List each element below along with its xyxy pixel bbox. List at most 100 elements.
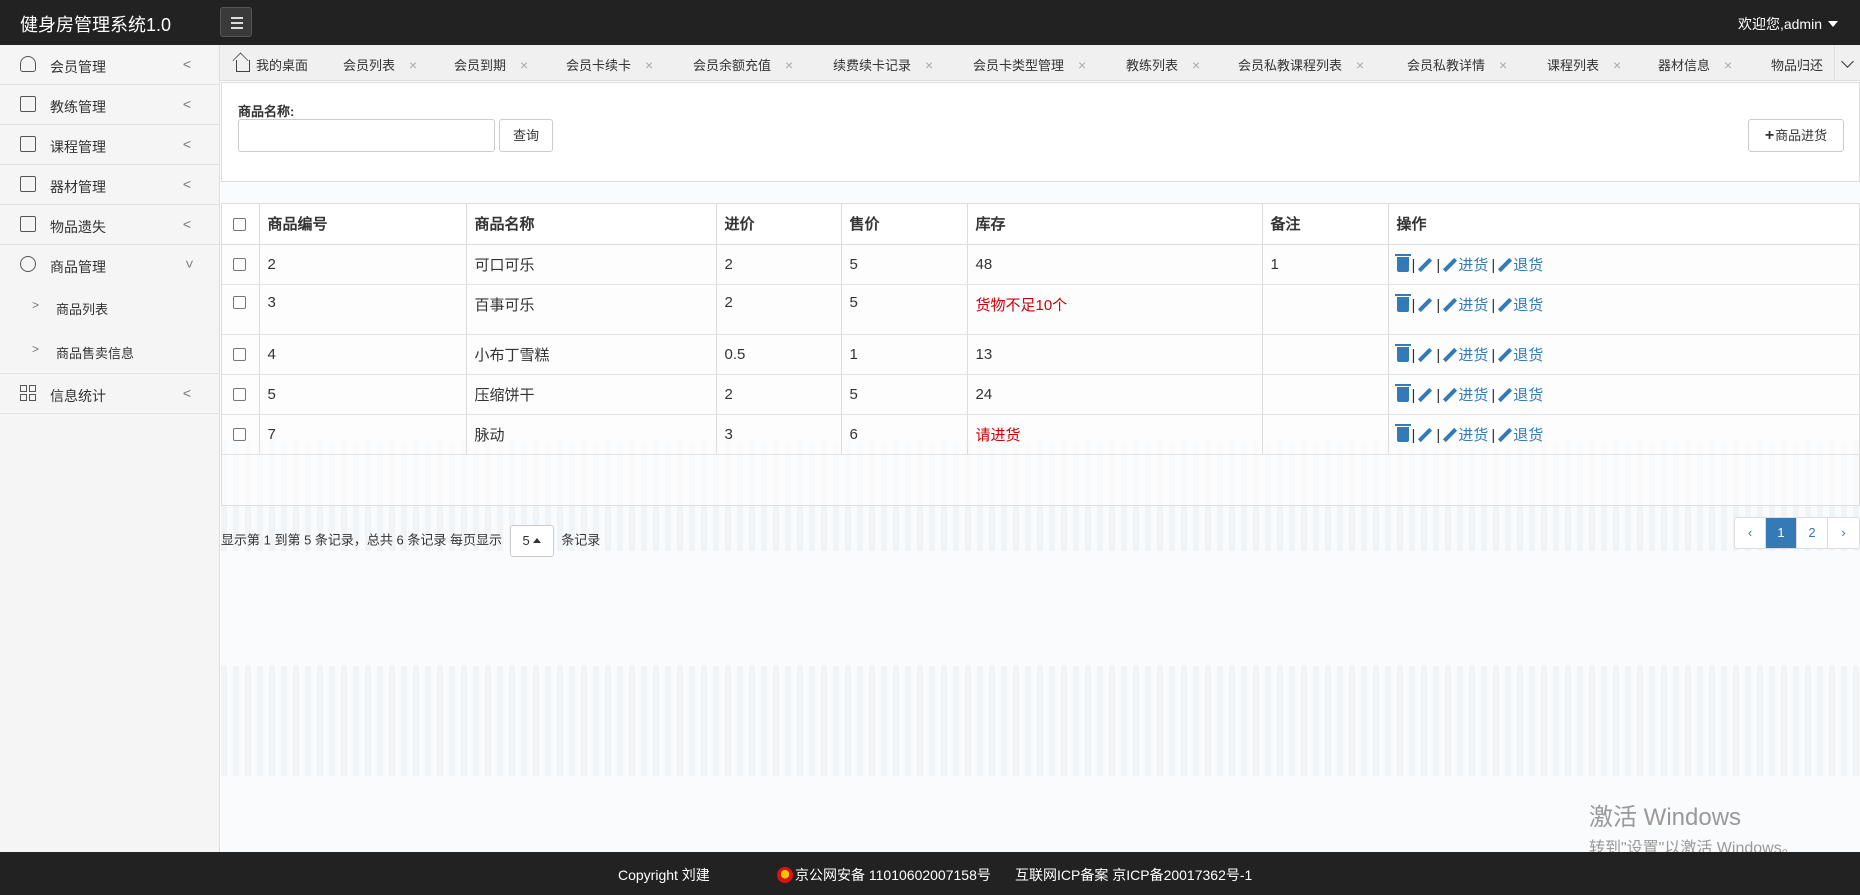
tab-label: 会员到期 [454,58,507,73]
tab-member-expiry[interactable]: 会员到期 × [454,55,528,74]
edit-icon[interactable] [1418,257,1433,272]
sidebar-item-course[interactable]: 课程管理 < [0,125,219,165]
chevron-down-icon: < [180,259,197,269]
prev-page-button[interactable]: ‹ [1735,518,1766,548]
close-icon[interactable]: × [520,57,528,73]
close-icon[interactable]: × [1724,57,1732,73]
pencil-icon [1443,297,1458,312]
edit-icon[interactable] [1418,427,1433,442]
tab-balance-recharge[interactable]: 会员余额充值 × [693,55,793,74]
column-header[interactable]: 进价 [716,204,842,245]
hamburger-icon [231,17,243,19]
tab-private-course-list[interactable]: 会员私教课程列表 × [1238,55,1364,74]
tab-item-return[interactable]: 物品归还 [1771,55,1823,74]
menu-toggle-button[interactable] [220,7,252,37]
row-checkbox[interactable] [233,258,246,272]
close-icon[interactable]: × [1356,57,1364,73]
page-size-select[interactable]: 5 [509,525,554,557]
row-checkbox[interactable] [233,428,246,442]
goods-table: 商品编号 商品名称 进价 售价 库存 备注 操作 2 可口可乐 2 5 48 1 | | 进货 |… [221,203,1860,506]
cell-cost-price: 3 [716,414,842,455]
sidebar-subitem-goods-sales[interactable]: > 商品售卖信息 [0,329,219,373]
cell-stock: 请进货 [967,414,1263,455]
cell-actions: | | 进货 | 退货 [1388,414,1859,455]
return-link[interactable]: 退货 [1513,297,1543,314]
sidebar-subitem-goods-list[interactable]: > 商品列表 [0,285,219,329]
tab-bar: 我的桌面 会员列表 × 会员到期 × 会员卡续卡 × 会员余额充值 × 续费续卡记录 × … [220,45,1860,81]
add-stock-button[interactable]: +商品进货 [1748,119,1844,152]
close-icon[interactable]: × [1078,57,1086,73]
column-header[interactable]: 商品编号 [259,204,467,245]
footer-police-record[interactable]: 京公网安备 11010602007158号 [777,865,991,885]
user-menu[interactable]: 欢迎您,admin [1738,14,1838,34]
tab-desktop[interactable]: 我的桌面 [236,55,308,74]
sidebar-item-equipment[interactable]: 器材管理 < [0,165,219,205]
edit-icon[interactable] [1418,347,1433,362]
caret-down-icon [1828,21,1838,27]
search-button[interactable]: 查询 [499,119,553,152]
delete-icon[interactable] [1394,383,1411,402]
page-button-2[interactable]: 2 [1797,518,1828,548]
footer-icp-record[interactable]: 互联网ICP备案 京ICP备20017362号-1 [1015,865,1252,885]
return-link[interactable]: 退货 [1513,387,1543,404]
select-all-checkbox[interactable] [233,217,246,231]
tab-coach-list[interactable]: 教练列表 × [1126,55,1200,74]
column-header: 操作 [1388,204,1859,245]
tab-member-list[interactable]: 会员列表 × [343,55,417,74]
close-icon[interactable]: × [785,57,793,73]
sidebar-item-statistics[interactable]: 信息统计 < [0,374,219,414]
tab-card-types[interactable]: 会员卡类型管理 × [973,55,1086,74]
page-button-1[interactable]: 1 [1766,518,1797,548]
column-header[interactable]: 商品名称 [466,204,717,245]
row-checkbox[interactable] [233,296,246,310]
sidebar-item-label: 会员管理 [50,59,106,75]
tab-renew-records[interactable]: 续费续卡记录 × [833,55,933,74]
tab-course-list[interactable]: 课程列表 × [1547,55,1621,74]
tabs-more-button[interactable] [1834,45,1860,80]
close-icon[interactable]: × [1192,57,1200,73]
cell-cost-price: 0.5 [716,334,842,375]
close-icon[interactable]: × [1613,57,1621,73]
stock-in-link[interactable]: 进货 [1458,297,1488,314]
tab-equipment-info[interactable]: 器材信息 × [1658,55,1732,74]
sidebar-item-coach[interactable]: 教练管理 < [0,85,219,125]
next-page-button[interactable]: › [1828,518,1859,548]
close-icon[interactable]: × [645,57,653,73]
return-link[interactable]: 退货 [1513,427,1543,444]
column-header[interactable]: 备注 [1262,204,1389,245]
goods-name-search-input[interactable] [238,119,495,152]
page-size-value: 5 [522,533,530,548]
column-header[interactable]: 库存 [967,204,1263,245]
tab-card-renew[interactable]: 会员卡续卡 × [566,55,653,74]
row-checkbox[interactable] [233,348,246,362]
cell-goods-id: 5 [259,374,467,415]
sidebar-item-member[interactable]: 会员管理 < [0,45,219,85]
edit-icon[interactable] [1418,297,1433,312]
return-link[interactable]: 退货 [1513,347,1543,364]
delete-icon[interactable] [1394,343,1411,362]
cell-note [1262,284,1389,335]
grid-icon [20,385,36,401]
tab-private-course-detail[interactable]: 会员私教详情 × [1407,55,1507,74]
table-row: 7 脉动 3 6 请进货 | | 进货 | 退货 [222,414,1859,455]
return-link[interactable]: 退货 [1513,257,1543,274]
cell-sale-price: 5 [841,374,968,415]
close-icon[interactable]: × [1499,57,1507,73]
edit-icon[interactable] [1418,387,1433,402]
close-icon[interactable]: × [925,57,933,73]
sidebar-item-goods[interactable]: 商品管理 < [0,245,219,285]
stock-in-link[interactable]: 进货 [1458,387,1488,404]
tab-label: 器材信息 [1658,58,1711,73]
column-header[interactable]: 售价 [841,204,968,245]
delete-icon[interactable] [1394,293,1411,312]
delete-icon[interactable] [1394,253,1411,272]
close-icon[interactable]: × [409,57,417,73]
cell-note: 1 [1262,244,1389,285]
sidebar-item-lost-items[interactable]: 物品遗失 < [0,205,219,245]
stock-in-link[interactable]: 进货 [1458,347,1488,364]
delete-icon[interactable] [1394,423,1411,442]
search-panel: 商品名称: 查询 +商品进货 [221,82,1860,182]
row-checkbox[interactable] [233,388,246,402]
stock-in-link[interactable]: 进货 [1458,257,1488,274]
stock-in-link[interactable]: 进货 [1458,427,1488,444]
